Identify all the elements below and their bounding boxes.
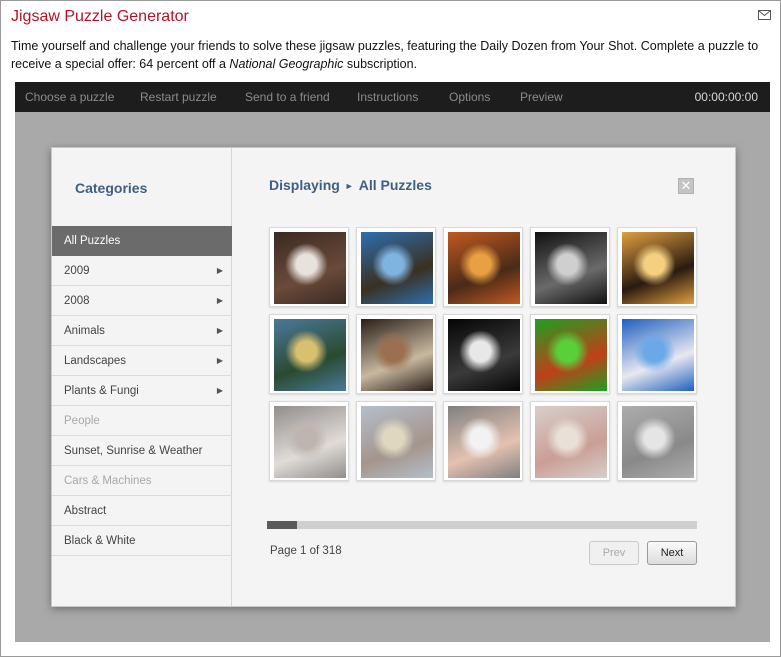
category-label: Black & White xyxy=(64,535,136,547)
send-to-friend-button[interactable]: Send to a friend xyxy=(245,82,330,112)
thumbnail-image xyxy=(622,232,694,304)
puzzle-thumbnail[interactable] xyxy=(443,401,523,481)
category-item-2009[interactable]: 2009 ▶ xyxy=(52,256,232,286)
thumbnail-image xyxy=(361,232,433,304)
puzzle-toolbar: Choose a puzzle Restart puzzle Send to a… xyxy=(15,82,770,112)
page-title: Jigsaw Puzzle Generator xyxy=(11,8,189,25)
category-label: All Puzzles xyxy=(64,235,121,247)
puzzle-browser: Displaying ► All Puzzles ✕ Page 1 of 318 P… xyxy=(233,148,735,606)
category-label: Abstract xyxy=(64,505,107,517)
thumbnail-image xyxy=(448,232,520,304)
thumbnail-image xyxy=(274,319,346,391)
category-item-landscapes[interactable]: Landscapes ▶ xyxy=(52,346,232,376)
description-italic: National Geographic xyxy=(229,57,344,71)
category-item-sunset-sunrise-weather[interactable]: Sunset, Sunrise & Weather xyxy=(52,436,232,466)
thumbnail-image xyxy=(535,406,607,478)
puzzle-timer: 00:00:00:00 xyxy=(694,90,758,104)
thumbnail-image xyxy=(361,406,433,478)
categories-sidebar: Categories All Puzzles 2009 ▶ 2008 ▶ Animals ▶… xyxy=(52,148,232,606)
category-item-people[interactable]: People xyxy=(52,406,232,436)
category-item-abstract[interactable]: Abstract xyxy=(52,496,232,526)
puzzle-thumbnail[interactable] xyxy=(443,314,523,394)
page-description: Time yourself and challenge your friends… xyxy=(11,37,771,73)
category-label: People xyxy=(64,415,100,427)
category-item-black-white[interactable]: Black & White xyxy=(52,526,232,556)
category-label: Plants & Fungi xyxy=(64,385,139,397)
category-label: 2009 xyxy=(64,265,90,277)
instructions-button[interactable]: Instructions xyxy=(357,82,418,112)
category-label: Cars & Machines xyxy=(64,475,152,487)
puzzle-thumbnail[interactable] xyxy=(269,227,349,307)
puzzle-thumbnail[interactable] xyxy=(269,314,349,394)
thumbnail-image xyxy=(535,232,607,304)
category-item-animals[interactable]: Animals ▶ xyxy=(52,316,232,346)
page-progress-bar xyxy=(267,521,697,529)
puzzle-thumbnail[interactable] xyxy=(530,227,610,307)
category-item-2008[interactable]: 2008 ▶ xyxy=(52,286,232,316)
page-indicator: Page 1 of 318 xyxy=(270,545,342,557)
breadcrumb-current: All Puzzles xyxy=(358,177,432,193)
puzzle-thumbnail[interactable] xyxy=(269,401,349,481)
chevron-right-icon: ▶ xyxy=(216,266,223,275)
categories-title: Categories xyxy=(75,180,148,196)
page-frame: Jigsaw Puzzle Generator Time yourself an… xyxy=(0,0,781,657)
choose-puzzle-dialog: Categories All Puzzles 2009 ▶ 2008 ▶ Animals ▶… xyxy=(51,147,736,607)
description-text-end: subscription. xyxy=(343,57,418,71)
options-button[interactable]: Options xyxy=(449,82,490,112)
puzzle-thumbnail[interactable] xyxy=(617,227,697,307)
thumbnail-image xyxy=(622,406,694,478)
envelope-icon[interactable] xyxy=(758,10,771,20)
choose-puzzle-button[interactable]: Choose a puzzle xyxy=(25,82,114,112)
breadcrumb-separator: ► xyxy=(344,181,354,191)
thumbnail-image xyxy=(274,406,346,478)
close-dialog-button[interactable]: ✕ xyxy=(678,178,694,194)
puzzle-thumbnail-grid xyxy=(269,227,699,483)
chevron-right-icon: ▶ xyxy=(216,386,223,395)
puzzle-thumbnail[interactable] xyxy=(530,314,610,394)
chevron-right-icon: ▶ xyxy=(216,296,223,305)
thumbnail-image xyxy=(448,406,520,478)
chevron-right-icon: ▶ xyxy=(216,356,223,365)
categories-list: All Puzzles 2009 ▶ 2008 ▶ Animals ▶ Landscapes ▶… xyxy=(52,226,232,556)
puzzle-thumbnail[interactable] xyxy=(356,314,436,394)
thumbnail-image xyxy=(361,319,433,391)
puzzle-thumbnail[interactable] xyxy=(617,314,697,394)
puzzle-thumbnail[interactable] xyxy=(443,227,523,307)
page-progress-fill xyxy=(267,521,298,529)
thumbnail-image xyxy=(535,319,607,391)
close-icon: ✕ xyxy=(680,178,692,193)
restart-puzzle-button[interactable]: Restart puzzle xyxy=(140,82,217,112)
thumbnail-image xyxy=(448,319,520,391)
thumbnail-image xyxy=(274,232,346,304)
breadcrumb: Displaying ► All Puzzles xyxy=(269,177,432,193)
category-label: Landscapes xyxy=(64,355,127,367)
puzzle-thumbnail[interactable] xyxy=(530,401,610,481)
category-item-cars-machines[interactable]: Cars & Machines xyxy=(52,466,232,496)
puzzle-thumbnail[interactable] xyxy=(617,401,697,481)
next-button[interactable]: Next xyxy=(647,541,697,565)
category-label: 2008 xyxy=(64,295,90,307)
category-item-all-puzzles[interactable]: All Puzzles xyxy=(52,226,232,256)
thumbnail-image xyxy=(622,319,694,391)
category-label: Animals xyxy=(64,325,105,337)
puzzle-thumbnail[interactable] xyxy=(356,401,436,481)
puzzle-thumbnail[interactable] xyxy=(356,227,436,307)
category-label: Sunset, Sunrise & Weather xyxy=(64,445,203,457)
chevron-right-icon: ▶ xyxy=(216,326,223,335)
category-item-plants-fungi[interactable]: Plants & Fungi ▶ xyxy=(52,376,232,406)
breadcrumb-label: Displaying xyxy=(269,177,340,193)
prev-button[interactable]: Prev xyxy=(589,541,639,565)
preview-button[interactable]: Preview xyxy=(520,82,563,112)
